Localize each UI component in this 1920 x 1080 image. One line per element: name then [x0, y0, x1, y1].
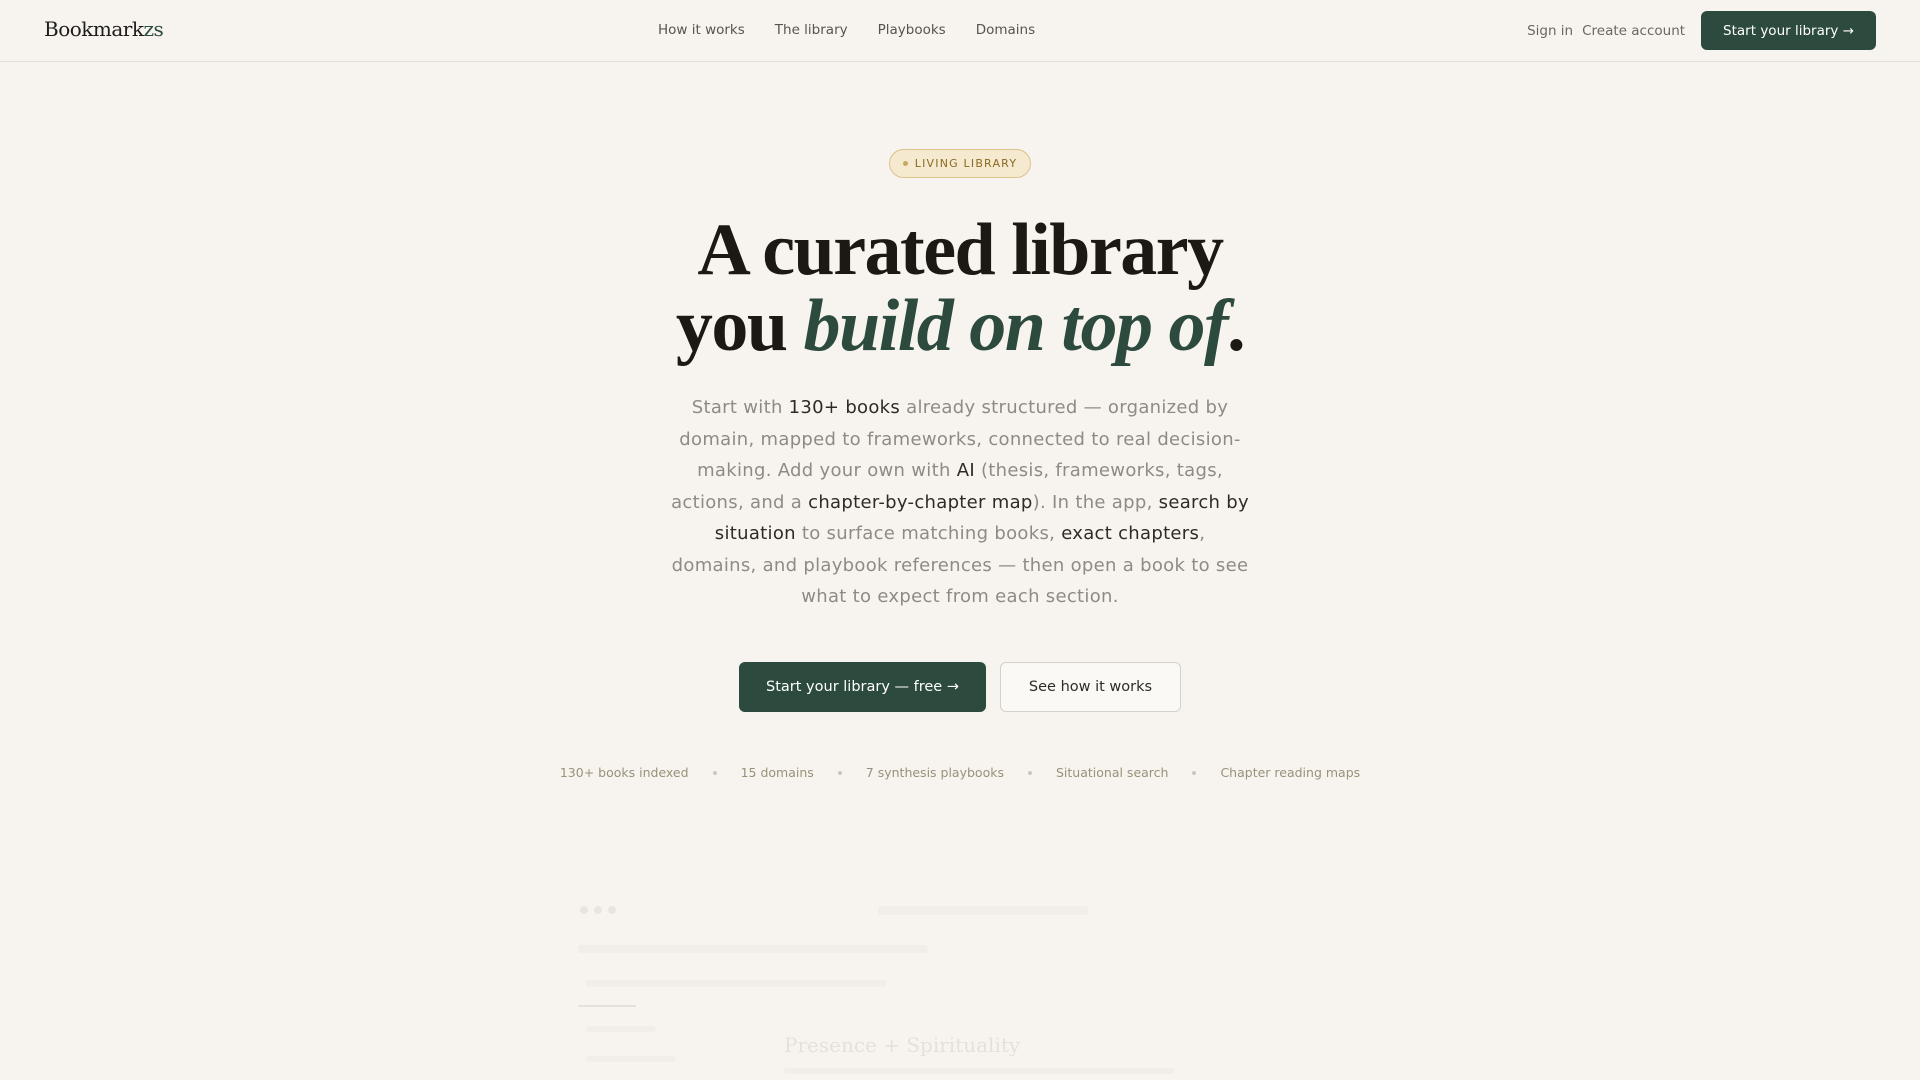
desc-text: to surface matching books,	[795, 523, 1062, 544]
preview-text	[784, 1068, 1174, 1074]
nav-link-domains[interactable]: Domains	[976, 22, 1035, 38]
separator-dot	[837, 770, 842, 775]
start-library-free-button[interactable]: Start your library — free →	[739, 662, 986, 712]
badge-label: LIVING LIBRARY	[914, 157, 1018, 170]
preview-tab-underline	[578, 1005, 636, 1007]
desc-text: ). In the app,	[1032, 491, 1159, 513]
preview-title: Presence + Spirituality	[784, 1033, 1021, 1057]
nav-actions: Sign in Create account Start your librar…	[1527, 11, 1876, 50]
separator-dot	[1027, 770, 1032, 775]
headline-period: .	[1227, 285, 1246, 367]
stat-item: Situational search	[1055, 765, 1169, 780]
create-account-link[interactable]: Create account	[1582, 23, 1685, 39]
top-nav: Bookmarkzs How it works The library Play…	[0, 0, 1920, 62]
desc-text: Start with	[691, 397, 789, 418]
separator-dot	[1192, 770, 1197, 775]
window-dots	[580, 906, 616, 914]
logo-text: Bookmark	[44, 17, 144, 41]
stats-strip: 130+ books indexed 15 domains 7 synthesi…	[0, 765, 1920, 780]
stat-item: 130+ books indexed	[559, 765, 689, 780]
preview-url-bar	[878, 906, 1088, 915]
stat-item: 7 synthesis playbooks	[865, 765, 1004, 780]
headline-emphasis: build on top of	[803, 285, 1229, 367]
hero-description: Start with 130+ books already structured…	[670, 392, 1250, 613]
separator-dot	[712, 770, 717, 775]
logo-accent: zs	[143, 17, 164, 41]
desc-highlight: chapter-by-chapter map	[808, 491, 1033, 513]
living-library-badge: LIVING LIBRARY	[889, 149, 1031, 178]
nav-link-how-it-works[interactable]: How it works	[658, 22, 745, 38]
page-title: A curated library you build on top of.	[460, 212, 1460, 364]
see-how-it-works-button[interactable]: See how it works	[1000, 662, 1181, 712]
desc-highlight: 130+ books	[788, 397, 901, 418]
start-library-button[interactable]: Start your library →	[1701, 11, 1876, 50]
badge-dot-icon	[902, 161, 908, 166]
app-preview: Presence + Spirituality	[578, 890, 1348, 1080]
logo[interactable]: Bookmarkzs	[44, 17, 164, 41]
sign-in-link[interactable]: Sign in	[1527, 23, 1573, 39]
preview-tabs	[586, 980, 886, 987]
stat-item: Chapter reading maps	[1220, 765, 1361, 780]
preview-sidebar	[586, 1056, 676, 1062]
nav-link-library[interactable]: The library	[775, 22, 848, 38]
stat-item: 15 domains	[740, 765, 814, 780]
nav-links: How it works The library Playbooks Domai…	[658, 22, 1035, 38]
preview-sidebar	[586, 1026, 656, 1032]
preview-breadcrumb	[578, 945, 928, 953]
headline-line-1: A curated library	[697, 209, 1224, 291]
desc-highlight: AI	[956, 460, 975, 481]
headline-you: you	[675, 285, 804, 367]
desc-highlight: exact chapters	[1061, 523, 1200, 544]
nav-link-playbooks[interactable]: Playbooks	[878, 22, 946, 38]
